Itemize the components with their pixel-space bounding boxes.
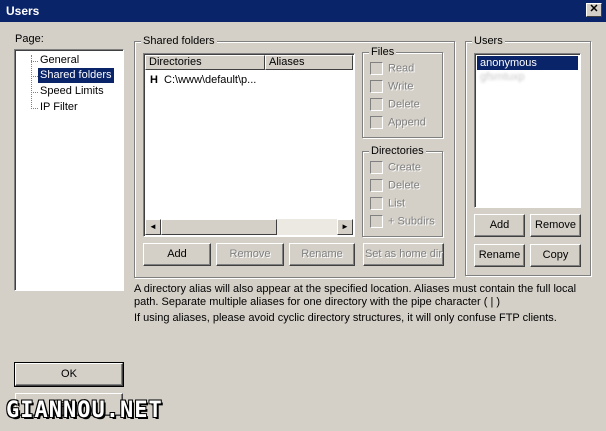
subdirs-checkbox[interactable]: + Subdirs: [370, 215, 435, 231]
nav-item-ip-filter[interactable]: IP Filter: [38, 100, 80, 115]
title-bar: Users ✕: [0, 0, 606, 22]
alias-info-text: A directory alias will also appear at th…: [134, 283, 600, 325]
read-label: Read: [388, 62, 415, 75]
append-label: Append: [388, 116, 426, 129]
users-list[interactable]: anonymous gfsmtuxp: [474, 53, 581, 208]
scroll-left-button[interactable]: ◄: [145, 219, 161, 235]
checkbox-box: [370, 98, 383, 111]
copy-user-button[interactable]: Copy: [530, 244, 581, 267]
directories-legend: Directories: [369, 145, 426, 157]
horizontal-scrollbar[interactable]: ◄ ►: [145, 219, 353, 235]
arrow-left-icon: ◄: [149, 222, 157, 231]
tree-connector: [31, 55, 32, 109]
nav-item-speed-limits[interactable]: Speed Limits: [38, 84, 106, 99]
delete-dir-label: Delete: [388, 179, 420, 192]
tree-connector: [31, 108, 38, 109]
directory-list[interactable]: Directories Aliases H C:\www\default\p..…: [143, 53, 355, 237]
page-tree: General Shared folders Speed Limits IP F…: [14, 49, 124, 291]
write-checkbox[interactable]: Write: [370, 80, 413, 96]
rename-user-button[interactable]: Rename: [474, 244, 525, 267]
window-title: Users: [6, 4, 40, 18]
create-dir-checkbox[interactable]: Create: [370, 161, 421, 177]
remove-user-button[interactable]: Remove: [530, 214, 581, 237]
files-legend: Files: [369, 46, 397, 58]
scroll-right-button[interactable]: ►: [337, 219, 353, 235]
alias-info-line: A directory alias will also appear at th…: [134, 283, 577, 295]
shared-folders-legend: Shared folders: [141, 35, 217, 47]
directory-cell: C:\www\default\p...: [164, 74, 257, 86]
tree-connector: [31, 76, 38, 77]
tree-connector: [31, 61, 38, 62]
user-item-anonymous[interactable]: anonymous: [477, 56, 578, 70]
checkbox-box: [370, 197, 383, 210]
checkbox-box: [370, 179, 383, 192]
nav-item-shared-folders[interactable]: Shared folders: [38, 68, 114, 83]
close-button[interactable]: ✕: [586, 3, 602, 17]
nav-item-general[interactable]: General: [38, 53, 81, 68]
close-icon: ✕: [589, 3, 599, 15]
set-home-dir-button[interactable]: Set as home dir: [363, 243, 444, 266]
checkbox-box: [370, 215, 383, 228]
watermark-logo: GIANNOU.NET: [6, 398, 163, 423]
arrow-right-icon: ►: [341, 222, 349, 231]
delete-dir-checkbox[interactable]: Delete: [370, 179, 420, 195]
create-dir-label: Create: [388, 161, 422, 174]
checkbox-box: [370, 161, 383, 174]
rename-folder-button[interactable]: Rename: [289, 243, 355, 266]
list-dir-label: List: [388, 197, 406, 210]
append-checkbox[interactable]: Append: [370, 116, 426, 132]
column-header-aliases[interactable]: Aliases: [265, 55, 353, 70]
add-user-button[interactable]: Add: [474, 214, 525, 237]
ok-button[interactable]: OK: [14, 362, 124, 387]
users-legend: Users: [472, 35, 505, 47]
user-item-obscured[interactable]: gfsmtuxp: [477, 70, 578, 84]
tree-connector: [31, 92, 38, 93]
list-dir-checkbox[interactable]: List: [370, 197, 405, 213]
delete-file-label: Delete: [388, 98, 420, 111]
home-dir-marker: H: [150, 74, 158, 86]
delete-file-checkbox[interactable]: Delete: [370, 98, 420, 114]
checkbox-box: [370, 62, 383, 75]
checkbox-box: [370, 116, 383, 129]
write-label: Write: [388, 80, 414, 93]
subdirs-label: + Subdirs: [388, 215, 435, 228]
remove-folder-button[interactable]: Remove: [216, 243, 284, 266]
checkbox-box: [370, 80, 383, 93]
alias-info-line: path. Separate multiple aliases for one …: [134, 296, 501, 308]
scrollbar-thumb[interactable]: [161, 219, 277, 235]
table-row[interactable]: H C:\www\default\p...: [150, 74, 256, 86]
cyclic-warning-text: If using aliases, please avoid cyclic di…: [134, 312, 557, 324]
read-checkbox[interactable]: Read: [370, 62, 414, 78]
add-folder-button[interactable]: Add: [143, 243, 211, 266]
column-header-directories[interactable]: Directories: [145, 55, 265, 70]
page-label: Page:: [15, 33, 44, 45]
